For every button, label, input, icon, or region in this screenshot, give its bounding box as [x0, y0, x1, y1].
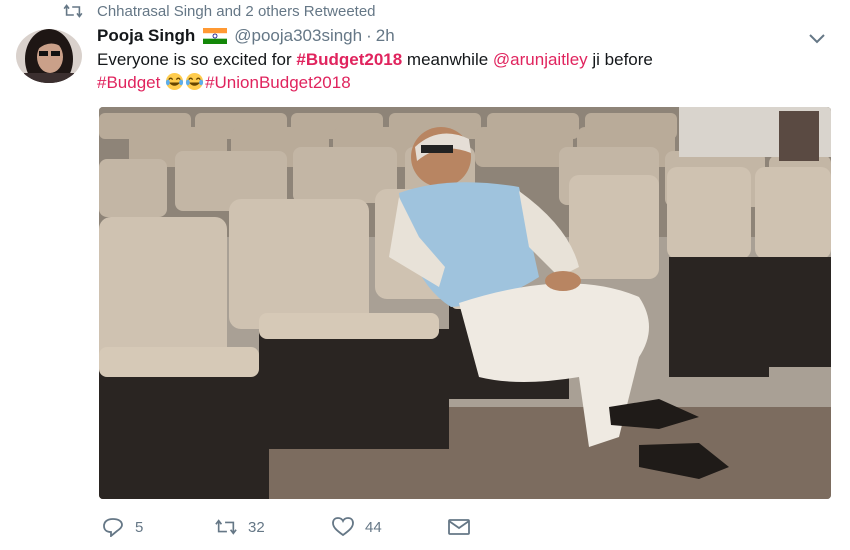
direct-message-button[interactable] — [448, 517, 470, 537]
author-name[interactable]: Pooja Singh — [97, 26, 195, 46]
like-button[interactable]: 44 — [332, 517, 382, 537]
laughing-emoji-icon — [186, 72, 204, 91]
tweet-text-segment: ji before — [587, 50, 653, 69]
reply-icon — [103, 518, 123, 537]
heart-icon — [332, 517, 354, 537]
mention-arunjaitley[interactable]: @arunjaitley — [493, 50, 588, 69]
author-handle[interactable]: @pooja303singh — [234, 26, 362, 46]
tweet-photo[interactable] — [99, 107, 831, 499]
retweet-count: 32 — [248, 518, 265, 536]
separator: · — [366, 26, 372, 45]
india-flag-icon — [203, 28, 228, 44]
chevron-down-icon[interactable] — [807, 32, 827, 46]
hashtag-budget2018[interactable]: #Budget2018 — [296, 50, 402, 69]
timestamp[interactable]: 2h — [376, 26, 395, 46]
like-count: 44 — [365, 518, 382, 536]
avatar-image — [16, 29, 82, 83]
hashtag-unionbudget2018[interactable]: #UnionBudget2018 — [205, 73, 351, 92]
tweet-header: Pooja Singh @pooja303singh · 2h — [97, 24, 395, 48]
hashtag-budget[interactable]: #Budget — [97, 73, 160, 92]
laughing-emoji-icon — [166, 72, 184, 91]
envelope-icon — [448, 519, 470, 535]
social-context[interactable]: Chhatrasal Singh and 2 others Retweeted — [63, 1, 376, 21]
tweet-text-segment: Everyone is so excited for — [97, 50, 297, 69]
reply-count: 5 — [135, 518, 144, 536]
reply-button[interactable]: 5 — [102, 517, 143, 537]
tweet-text-segment: meanwhile — [402, 50, 493, 69]
tweet-text: Everyone is so excited for #Budget2018 m… — [97, 48, 817, 94]
retweet-icon — [215, 519, 237, 535]
photo-auditorium-seats — [99, 107, 831, 499]
avatar[interactable] — [16, 29, 82, 83]
retweet-icon — [63, 4, 83, 18]
retweet-button[interactable]: 32 — [215, 517, 265, 537]
social-context-text[interactable]: Chhatrasal Singh and 2 others Retweeted — [97, 3, 376, 20]
